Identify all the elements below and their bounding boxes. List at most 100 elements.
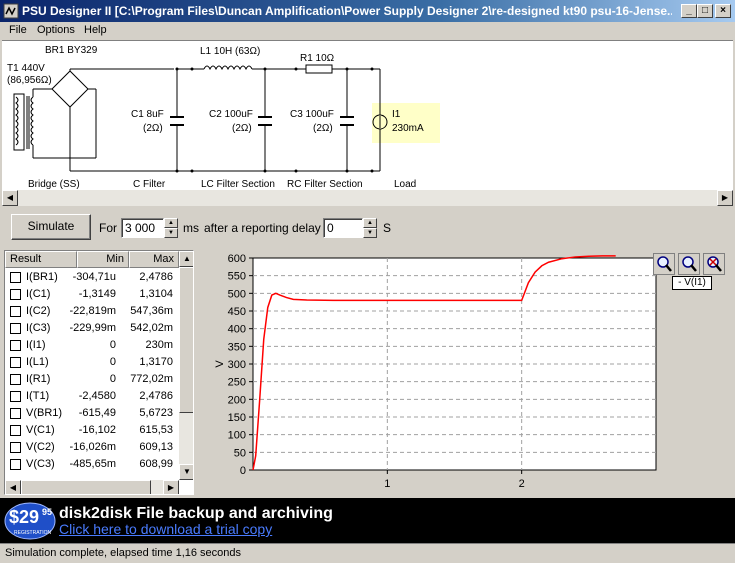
duration-input[interactable]: 3 000 (121, 218, 164, 238)
row-checkbox[interactable] (10, 289, 21, 300)
scroll-left-button[interactable]: ◀ (5, 480, 21, 494)
row-checkbox[interactable] (10, 340, 21, 351)
y-tick-label: 250 (228, 377, 246, 389)
y-tick-label: 400 (228, 324, 246, 336)
inductor-label: L1 10H (63Ω) (200, 46, 261, 57)
schematic-h-scrollbar[interactable]: ◀ ▶ (2, 190, 733, 206)
table-row[interactable]: I(C2) -22,819m 547,36m (5, 303, 179, 320)
duration-unit: ms (183, 221, 199, 235)
table-row[interactable]: V(C2) -16,026m 609,13 (5, 439, 179, 456)
spin-up-icon[interactable]: ▲ (363, 218, 377, 228)
scroll-down-button[interactable]: ▼ (179, 464, 193, 480)
menu-file[interactable]: File (9, 24, 27, 36)
row-name: I(T1) (26, 390, 50, 402)
status-bar: Simulation complete, elapsed time 1,16 s… (0, 543, 735, 563)
close-button[interactable]: × (715, 4, 731, 18)
row-min: 0 (109, 339, 116, 351)
scroll-right-button[interactable]: ▶ (717, 190, 733, 206)
menu-bar: File Options Help (0, 22, 735, 40)
row-checkbox[interactable] (10, 357, 21, 368)
zoom-in-icon (657, 256, 672, 272)
x-tick-label: 1 (384, 478, 390, 490)
table-row[interactable]: I(I1) 0 230m (5, 337, 179, 354)
scroll-thumb[interactable] (21, 480, 151, 494)
y-tick-label: 200 (228, 394, 246, 406)
advert-banner[interactable]: $29 95 REGISTRATION disk2disk File backu… (0, 498, 735, 543)
transformer-resistance: (86,956Ω) (7, 75, 52, 86)
scroll-right-button[interactable]: ▶ (163, 480, 179, 494)
row-min: -229,99m (69, 322, 116, 334)
spin-down-icon[interactable]: ▼ (363, 228, 377, 238)
row-max: 608,99 (139, 458, 173, 470)
section-c-filter: C Filter (133, 179, 166, 190)
table-row[interactable]: V(C1) -16,102 615,53 (5, 422, 179, 439)
table-row[interactable]: V(C3) -485,65m 608,99 (5, 456, 179, 473)
table-row[interactable]: I(R1) 0 772,02m (5, 371, 179, 388)
row-min: -485,65m (69, 458, 116, 470)
delay-spinner[interactable]: ▲ ▼ (363, 218, 377, 238)
load-current: 230mA (392, 123, 424, 134)
table-row[interactable]: I(C3) -229,99m 542,02m (5, 320, 179, 337)
row-checkbox[interactable] (10, 272, 21, 283)
voltage-chart[interactable]: 0 50 100 150 200 250 300 350 400 450 500 550 600 1 2 V (197, 249, 732, 497)
section-load: Load (394, 179, 417, 190)
y-tick-label: 100 (228, 430, 246, 442)
table-row[interactable]: I(T1) -2,4580 2,4786 (5, 388, 179, 405)
row-checkbox[interactable] (10, 323, 21, 334)
zoom-out-icon (682, 256, 697, 272)
zoom-reset-button[interactable] (703, 253, 725, 275)
row-checkbox[interactable] (10, 374, 21, 385)
menu-options[interactable]: Options (37, 24, 75, 36)
row-checkbox[interactable] (10, 306, 21, 317)
simulate-button[interactable]: Simulate (11, 214, 91, 240)
price-main: $29 (9, 507, 40, 527)
table-row[interactable]: I(BR1) -304,71u 2,4786 (5, 269, 179, 286)
duration-spinner[interactable]: ▲ ▼ (164, 218, 178, 238)
results-v-scrollbar[interactable]: ▲ ▼ (179, 251, 193, 480)
y-tick-label: 150 (228, 412, 246, 424)
header-min[interactable]: Min (77, 251, 129, 268)
row-min: 0 (109, 373, 116, 385)
row-checkbox[interactable] (10, 442, 21, 453)
spin-up-icon[interactable]: ▲ (164, 218, 178, 228)
section-rc-filter: RC Filter Section (287, 179, 363, 190)
table-row[interactable]: V(BR1) -615,49 5,6723 (5, 405, 179, 422)
row-checkbox[interactable] (10, 391, 21, 402)
schematic-canvas[interactable]: T1 440V (86,956Ω) BR1 BY329 L1 10H (63Ω)… (2, 40, 733, 190)
row-name: V(C2) (26, 441, 55, 453)
delay-input[interactable]: 0 (323, 218, 363, 238)
row-checkbox[interactable] (10, 408, 21, 419)
maximize-button[interactable]: □ (697, 4, 713, 18)
c2-label: C2 100uF (209, 109, 253, 120)
x-tick-label: 2 (519, 478, 525, 490)
minimize-button[interactable]: _ (681, 4, 697, 18)
price-cents: 95 (42, 507, 53, 517)
scroll-up-button[interactable]: ▲ (179, 251, 193, 267)
plot-area (252, 257, 657, 471)
menu-help[interactable]: Help (84, 24, 107, 36)
row-max: 609,13 (139, 441, 173, 453)
table-row[interactable]: I(C1) -1,3149 1,3104 (5, 286, 179, 303)
row-checkbox[interactable] (10, 425, 21, 436)
header-result[interactable]: Result (5, 251, 77, 268)
row-name: I(I1) (26, 339, 46, 351)
load-label[interactable]: I1 (392, 109, 400, 120)
row-max: 2,4786 (139, 390, 173, 402)
banner-download-link[interactable]: Click here to download a trial copy (59, 521, 272, 537)
results-table[interactable]: Result Min Max I(BR1) -304,71u 2,4786 I(C1)… (4, 250, 194, 495)
window-title: PSU Designer II [C:\Program Files\Duncan… (22, 4, 672, 18)
row-checkbox[interactable] (10, 459, 21, 470)
scroll-thumb[interactable] (179, 267, 193, 413)
zoom-in-button[interactable] (653, 253, 675, 275)
row-name: I(R1) (26, 373, 51, 385)
header-max[interactable]: Max (129, 251, 179, 268)
scroll-left-button[interactable]: ◀ (2, 190, 18, 206)
y-tick-label: 450 (228, 306, 246, 318)
spin-down-icon[interactable]: ▼ (164, 228, 178, 238)
row-max: 1,3104 (139, 288, 173, 300)
zoom-out-button[interactable] (678, 253, 700, 275)
results-h-scrollbar[interactable]: ◀ ▶ (5, 480, 179, 494)
y-tick-label: 300 (228, 359, 246, 371)
table-row[interactable]: I(L1) 0 1,3170 (5, 354, 179, 371)
row-min: -16,026m (69, 441, 116, 453)
